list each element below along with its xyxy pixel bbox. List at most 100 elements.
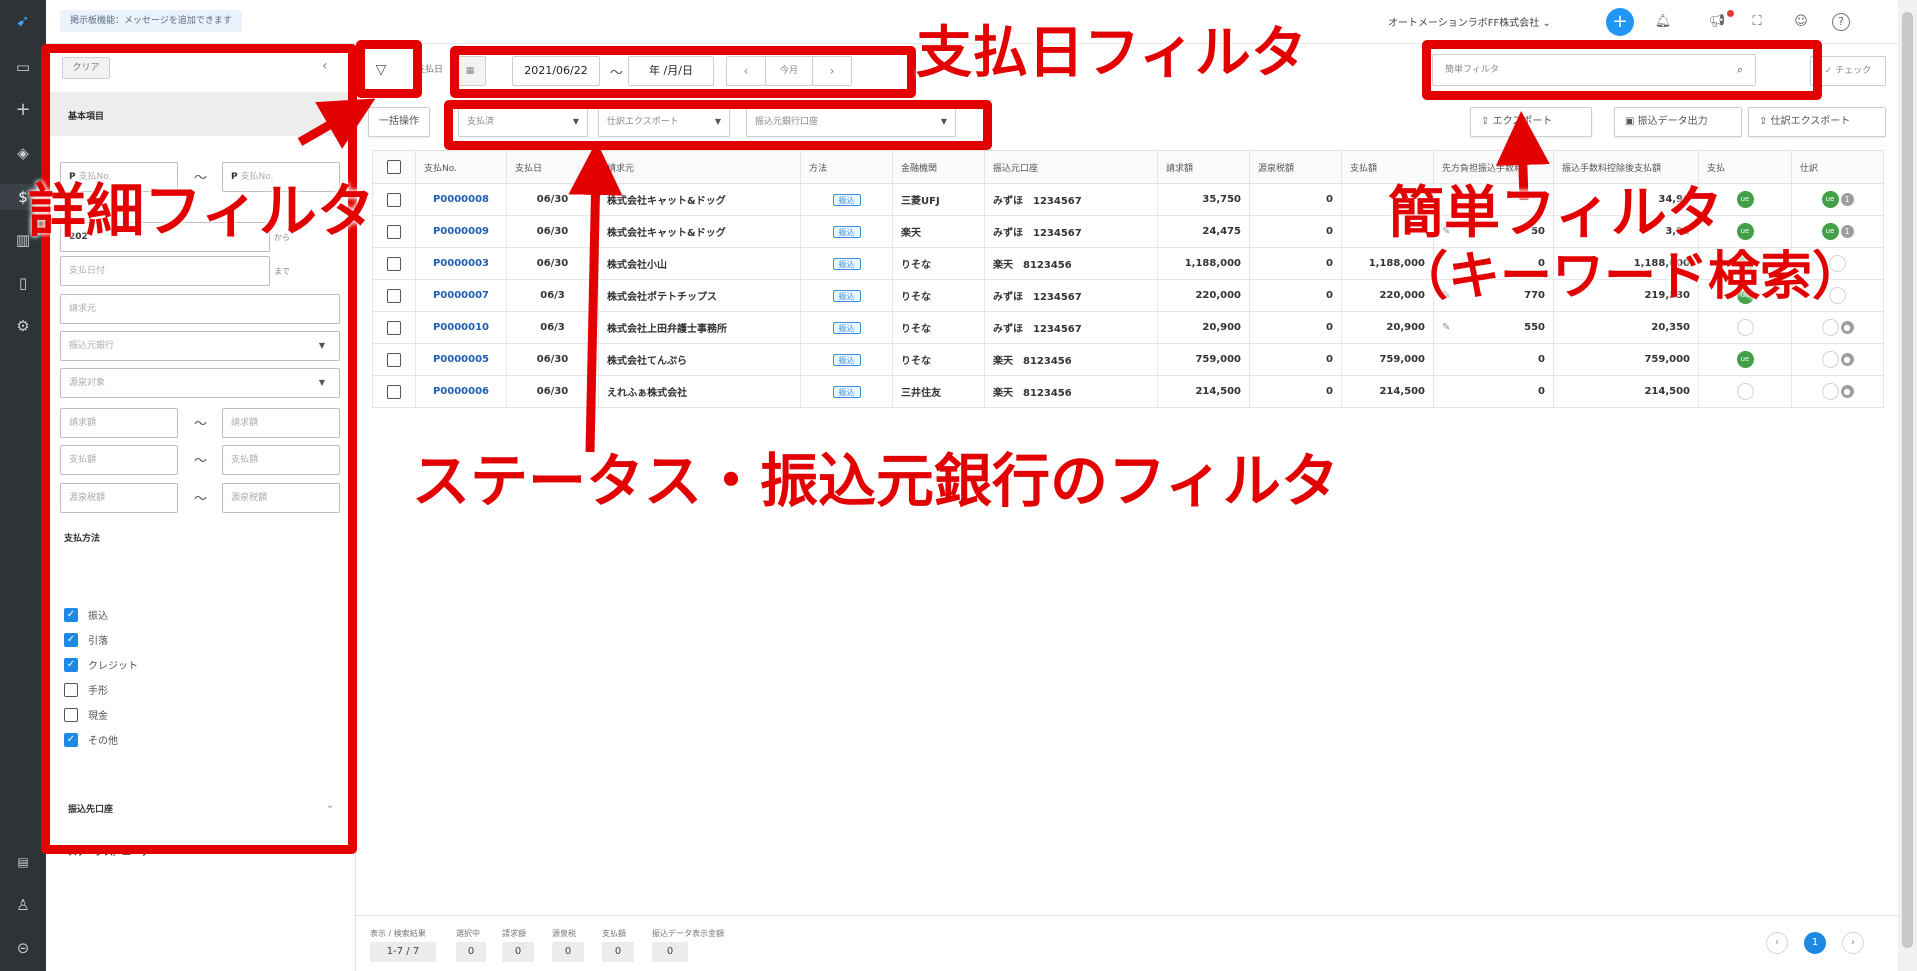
journal-status-cell[interactable]: ● — [1791, 311, 1884, 344]
row-checkbox[interactable] — [387, 192, 401, 207]
journal-done-icon[interactable]: ue — [1821, 191, 1839, 208]
payment-done-icon[interactable]: ue — [1736, 191, 1754, 208]
fullscreen-icon[interactable]: ⛶ — [1744, 10, 1770, 34]
fee-cell: ✎ 550 — [1433, 311, 1554, 344]
journal-status-cell[interactable]: ue 1 — [1791, 215, 1884, 248]
bulk-action-button[interactable]: 一括操作 — [368, 107, 430, 137]
fee-amount: 0 — [1538, 354, 1545, 365]
scrollbar-thumb[interactable] — [1902, 12, 1913, 948]
payment-no-link[interactable]: P0000010 — [415, 311, 507, 344]
table-row[interactable]: P0000005 06/30 株式会社てんぷら 振込 りそな 楽天 8123456 759,… — [372, 343, 1884, 376]
payment-no-link[interactable]: P0000006 — [415, 375, 507, 408]
annotation-detail-filter: 詳細フィルタ — [28, 177, 375, 245]
invoice-amount: 20,900 — [1157, 311, 1250, 344]
row-checkbox[interactable] — [387, 320, 401, 335]
journal-pending-icon[interactable] — [1821, 383, 1839, 400]
payment-amount: 214,500 — [1341, 375, 1434, 408]
payment-amount: 20,900 — [1341, 311, 1434, 344]
bell-icon[interactable]: 🔔︎ — [1650, 10, 1676, 34]
payment-no-link[interactable]: P0000009 — [415, 215, 507, 248]
page-1-button[interactable]: 1 — [1804, 932, 1826, 954]
footer-label: 振込データ表示金額 — [652, 929, 724, 938]
column-header: 支払額 — [1341, 150, 1434, 184]
inbox-icon[interactable]: ▭ — [0, 54, 46, 80]
row-select-cell[interactable] — [372, 247, 416, 280]
footer-value: 1-7 / 7 — [370, 942, 436, 962]
annotation-box-status — [444, 100, 992, 150]
export-button[interactable]: ⇪ エクスポート — [1470, 107, 1592, 137]
payment-done-icon[interactable]: ue — [1736, 351, 1754, 368]
row-checkbox[interactable] — [387, 288, 401, 303]
column-header: 方法 — [800, 150, 893, 184]
chevron-down-icon: ⌄ — [1542, 18, 1551, 29]
plus-nav-icon[interactable]: + — [0, 97, 46, 123]
company-switcher[interactable]: オートメーションラボFF株式会社 ⌄ — [1388, 14, 1551, 29]
journal-pending-icon[interactable] — [1821, 319, 1839, 336]
logout-icon[interactable]: ⊝ — [0, 935, 46, 961]
select-all-checkbox[interactable] — [387, 160, 401, 174]
add-button[interactable]: + — [1606, 8, 1634, 36]
help-icon[interactable]: ? — [1832, 13, 1850, 31]
client-name: 株式会社小山 — [598, 247, 801, 280]
fee-amount: 0 — [1538, 386, 1545, 397]
row-checkbox[interactable] — [387, 352, 401, 367]
table-row[interactable]: P0000006 06/30 えれふぁ株式会社 振込 三井住友 楽天 8123456 214… — [372, 375, 1884, 408]
row-checkbox[interactable] — [387, 256, 401, 271]
journal-count-badge: 1 — [1840, 193, 1854, 206]
column-header: 請求元 — [598, 150, 801, 184]
source-account: みずほ 1234567 — [984, 183, 1158, 216]
edit-icon[interactable]: ✎ — [1442, 322, 1450, 333]
settings-icon[interactable]: ⚙ — [0, 313, 46, 339]
invoice-amount: 1,188,000 — [1157, 247, 1250, 280]
journal-status-cell[interactable]: ue 1 — [1791, 183, 1884, 216]
book-icon[interactable]: ▯ — [0, 270, 46, 296]
transfer-data-button[interactable]: ▣ 振込データ出力 — [1614, 107, 1742, 137]
method-badge: 振込 — [832, 353, 861, 366]
keyboard-icon[interactable]: ▤ — [0, 849, 46, 875]
row-select-cell[interactable] — [372, 375, 416, 408]
scrollbar[interactable] — [1898, 0, 1917, 971]
row-select-cell[interactable] — [372, 279, 416, 312]
journal-count-badge: 1 — [1840, 225, 1854, 238]
payment-status-cell[interactable]: ue — [1698, 343, 1792, 376]
header-select-all[interactable] — [372, 150, 416, 184]
table-row[interactable]: P0000010 06/3 株式会社上田弁護士事務所 振込 りそな みずほ 1234567… — [372, 311, 1884, 344]
payment-status-cell[interactable] — [1698, 375, 1792, 408]
journal-status-cell[interactable]: ● — [1791, 343, 1884, 376]
method-cell: 振込 — [800, 247, 893, 280]
row-select-cell[interactable] — [372, 311, 416, 344]
user-icon[interactable]: ♙ — [0, 892, 46, 918]
payment-amount: 759,000 — [1341, 343, 1434, 376]
row-checkbox[interactable] — [387, 224, 401, 239]
payment-no-link[interactable]: P0000008 — [415, 183, 507, 216]
payment-done-icon[interactable]: ue — [1736, 223, 1754, 240]
support-icon[interactable]: ☺ — [1788, 10, 1814, 34]
payment-pending-icon[interactable] — [1736, 319, 1754, 336]
notice-banner[interactable]: 掲示板機能：メッセージを追加できます — [60, 10, 242, 32]
next-page-button[interactable]: › — [1842, 932, 1864, 954]
prev-page-button[interactable]: ‹ — [1766, 932, 1788, 954]
annotation-status-bank-filter: ステータス・振込元銀行のフィルタ — [412, 447, 1339, 515]
payment-no-link[interactable]: P0000005 — [415, 343, 507, 376]
row-select-cell[interactable] — [372, 343, 416, 376]
journal-status-cell[interactable]: ● — [1791, 375, 1884, 408]
journal-pending-icon[interactable] — [1821, 351, 1839, 368]
payment-no-link[interactable]: P0000003 — [415, 247, 507, 280]
footer-label: 請求額 — [502, 929, 526, 938]
layers-icon[interactable]: ◈ — [0, 140, 46, 166]
journal-export-button[interactable]: ⇪ 仕訳エクスポート — [1748, 107, 1886, 137]
column-header: 源泉税額 — [1249, 150, 1342, 184]
row-select-cell[interactable] — [372, 215, 416, 248]
journal-done-icon[interactable]: ue — [1821, 223, 1839, 240]
column-header: 振込手数料控除後支払額 — [1553, 150, 1699, 184]
row-checkbox[interactable] — [387, 384, 401, 399]
fee-cell: 0 — [1433, 343, 1554, 376]
method-cell: 振込 — [800, 279, 893, 312]
payment-status-cell[interactable] — [1698, 311, 1792, 344]
invoice-amount: 214,500 — [1157, 375, 1250, 408]
payment-no-link[interactable]: P0000007 — [415, 279, 507, 312]
row-select-cell[interactable] — [372, 183, 416, 216]
payment-pending-icon[interactable] — [1736, 383, 1754, 400]
method-cell: 振込 — [800, 375, 893, 408]
invoice-amount: 24,475 — [1157, 215, 1250, 248]
